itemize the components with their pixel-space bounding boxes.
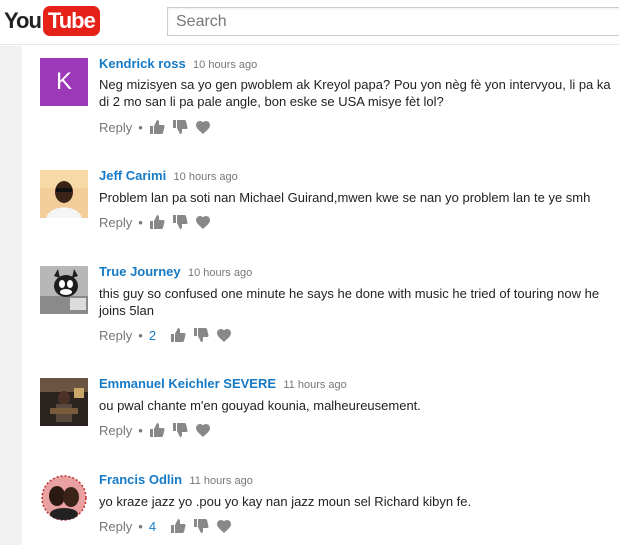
search-input[interactable] <box>168 8 619 35</box>
comment-text: Neg mizisyen sa yo gen pwoblem ak Kreyol… <box>99 77 611 109</box>
comment-author[interactable]: Francis Odlin <box>99 472 182 487</box>
separator-dot: • <box>138 119 143 135</box>
comment-text: this guy so confused one minute he says … <box>99 286 600 318</box>
comment-time[interactable]: 11 hours ago <box>189 475 252 487</box>
avatar[interactable] <box>40 378 88 426</box>
heart-icon[interactable] <box>195 214 211 230</box>
separator-dot: • <box>138 518 143 534</box>
comment-author[interactable]: Kendrick ross <box>99 56 186 71</box>
reply-button[interactable]: Reply <box>99 120 132 135</box>
top-bar: You Tube <box>0 0 619 45</box>
thumbs-up-icon[interactable] <box>149 214 165 230</box>
comment-time[interactable]: 10 hours ago <box>188 267 252 279</box>
comment-text: Problem lan pa soti nan Michael Guirand,… <box>99 190 591 205</box>
heart-icon[interactable] <box>216 518 232 534</box>
thumbs-down-icon[interactable] <box>172 214 188 230</box>
reply-button[interactable]: Reply <box>99 215 132 230</box>
thumbs-down-icon[interactable] <box>193 327 209 343</box>
thumbs-up-icon[interactable] <box>149 422 165 438</box>
avatar-photo <box>40 474 88 522</box>
comment-time[interactable]: 11 hours ago <box>283 379 346 391</box>
avatar[interactable] <box>40 266 88 314</box>
thumbs-down-icon[interactable] <box>172 119 188 135</box>
heart-icon[interactable] <box>195 119 211 135</box>
comment-author[interactable]: Jeff Carimi <box>99 168 166 183</box>
like-count: 4 <box>148 518 157 534</box>
left-gutter <box>0 46 22 545</box>
thumbs-up-icon[interactable] <box>170 327 186 343</box>
avatar[interactable] <box>40 170 88 218</box>
youtube-logo[interactable]: You Tube <box>4 6 100 36</box>
logo-tube-text: Tube <box>42 6 100 36</box>
heart-icon[interactable] <box>216 327 232 343</box>
separator-dot: • <box>138 422 143 438</box>
avatar-photo <box>40 266 88 314</box>
thumbs-up-icon[interactable] <box>170 518 186 534</box>
comment-author[interactable]: True Journey <box>99 264 181 279</box>
comment-author[interactable]: Emmanuel Keichler SEVERE <box>99 376 276 391</box>
avatar[interactable]: K <box>40 58 88 106</box>
reply-button[interactable]: Reply <box>99 328 132 343</box>
comment-time[interactable]: 10 hours ago <box>174 171 238 183</box>
thumbs-down-icon[interactable] <box>172 422 188 438</box>
reply-button[interactable]: Reply <box>99 423 132 438</box>
reply-button[interactable]: Reply <box>99 519 132 534</box>
thumbs-up-icon[interactable] <box>149 119 165 135</box>
search-box[interactable] <box>167 7 619 36</box>
comment-text: ou pwal chante m'en gouyad kounia, malhe… <box>99 398 421 413</box>
avatar[interactable] <box>40 474 88 522</box>
avatar-photo <box>40 170 88 218</box>
like-count: 2 <box>148 327 157 343</box>
avatar-photo <box>40 378 88 426</box>
heart-icon[interactable] <box>195 422 211 438</box>
avatar-letter: K <box>55 68 72 95</box>
comment-text: yo kraze jazz yo .pou yo kay nan jazz mo… <box>99 494 472 509</box>
comment-time[interactable]: 10 hours ago <box>193 59 257 71</box>
logo-you-text: You <box>4 8 42 33</box>
thumbs-down-icon[interactable] <box>193 518 209 534</box>
separator-dot: • <box>138 214 143 230</box>
separator-dot: • <box>138 327 143 343</box>
